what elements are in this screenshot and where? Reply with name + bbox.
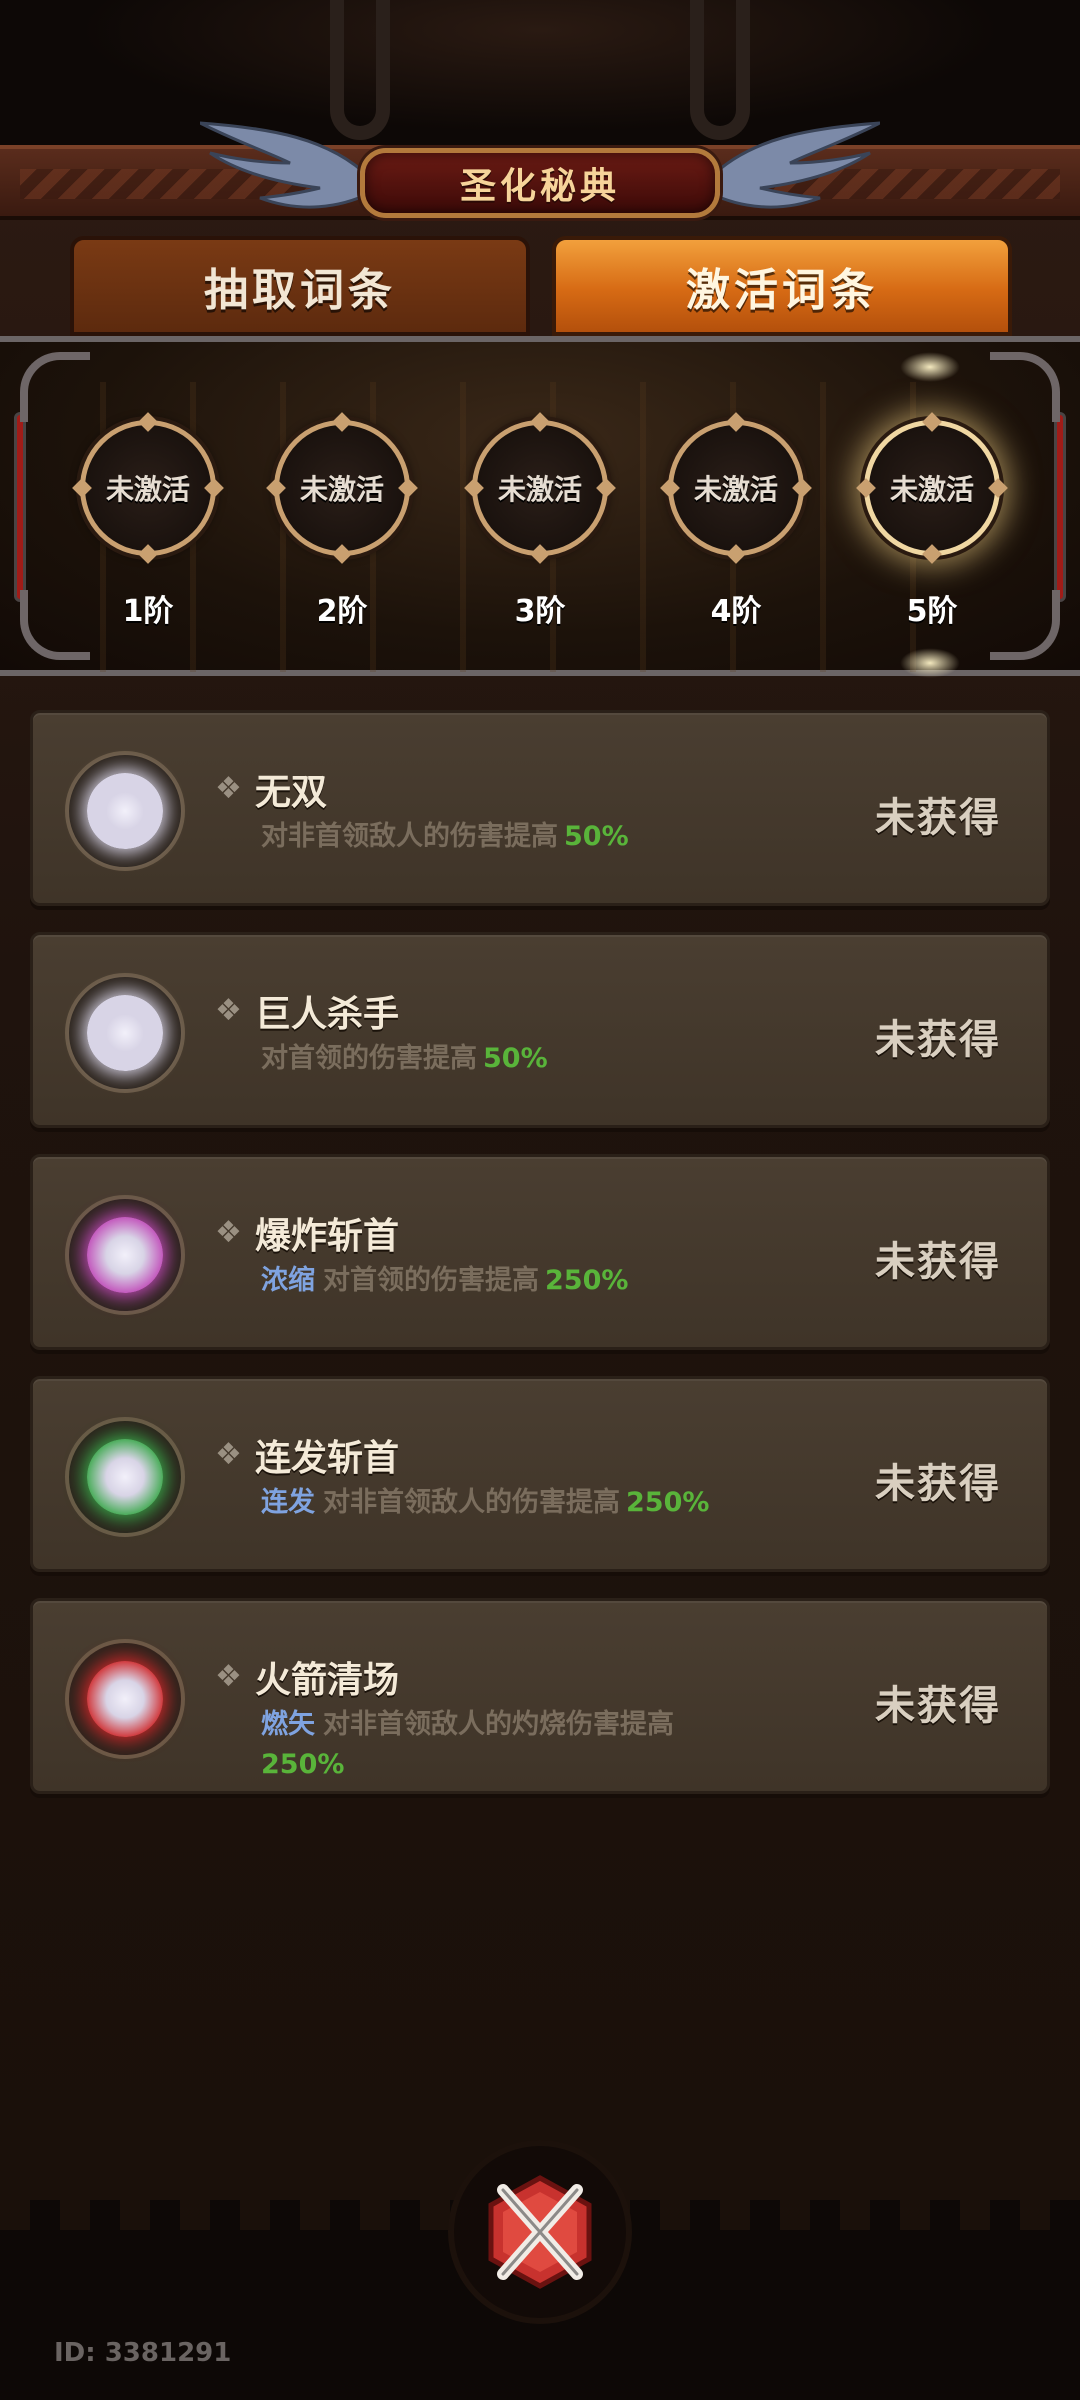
affix-card-giant-slayer[interactable]: ❖ 巨人杀手 对首领的伤害提高 50% 未获得 <box>30 932 1050 1128</box>
affix-status: 未获得 <box>875 1461 1001 1507</box>
affix-description: 燃矢 对非首领敌人的灼烧伤害提高 250% <box>261 1705 781 1785</box>
affix-desc-text: 对非首领敌人的伤害提高 <box>323 1487 620 1518</box>
top-ornament <box>0 0 1080 150</box>
affix-value: 250% <box>626 1487 710 1518</box>
affix-name: 火箭清场 <box>255 1660 400 1701</box>
tier-node-4[interactable]: 未激活 <box>660 420 812 556</box>
tier-node-1[interactable]: 未激活 <box>72 420 224 556</box>
tier-label-3: 3阶 <box>514 594 566 629</box>
affix-tag: 连发 <box>261 1487 315 1518</box>
glow-spark <box>900 648 960 678</box>
corner-ornament <box>990 590 1060 660</box>
affix-card-explosive-behead[interactable]: ❖ 爆炸斩首 浓缩 对首领的伤害提高 250% 未获得 <box>30 1154 1050 1350</box>
tier-node-5[interactable]: 未激活 <box>856 420 1008 556</box>
tab-activate-affix[interactable]: 激活词条 <box>552 236 1012 336</box>
tier-node-3[interactable]: 未激活 <box>464 420 616 556</box>
corner-ornament <box>20 352 90 422</box>
tier-label-1: 1阶 <box>122 594 174 629</box>
affix-status: 未获得 <box>875 795 1001 841</box>
affix-desc-text: 对非首领敌人的灼烧伤害提高 <box>323 1709 674 1740</box>
tier-node-status: 未激活 <box>693 473 778 506</box>
affix-description: 浓缩 对首领的伤害提高 250% <box>261 1261 821 1301</box>
affix-orb-icon <box>65 751 185 871</box>
right-side-bar <box>1054 412 1066 602</box>
tab-draw-affix[interactable]: 抽取词条 <box>70 236 530 336</box>
affix-card-burst-behead[interactable]: ❖ 连发斩首 连发 对非首领敌人的伤害提高 250% 未获得 <box>30 1376 1050 1572</box>
close-x-icon <box>488 2175 592 2289</box>
tier-node-status: 未激活 <box>497 473 582 506</box>
affix-name: 无双 <box>255 772 328 813</box>
affix-value: 50% <box>564 821 629 852</box>
tier-node-status: 未激活 <box>889 473 974 506</box>
affix-status: 未获得 <box>875 1017 1001 1063</box>
affix-name: 爆炸斩首 <box>255 1216 400 1257</box>
affix-description: 对非首领敌人的伤害提高 50% <box>261 817 821 857</box>
tier-node-status: 未激活 <box>105 473 190 506</box>
corner-ornament <box>990 352 1060 422</box>
affix-card-wushuang[interactable]: ❖ 无双 对非首领敌人的伤害提高 50% 未获得 <box>30 710 1050 906</box>
affix-name: 连发斩首 <box>255 1438 400 1479</box>
tier-label-4: 4阶 <box>710 594 762 629</box>
left-wing-icon <box>200 121 370 209</box>
tier-label-5: 5阶 <box>906 594 958 629</box>
affix-desc-text: 对首领的伤害提高 <box>261 1043 477 1074</box>
glow-spark <box>900 352 960 382</box>
affix-orb-icon <box>65 1639 185 1759</box>
affix-value: 50% <box>483 1043 548 1074</box>
affix-value: 250% <box>545 1265 629 1296</box>
affix-status: 未获得 <box>875 1683 1001 1729</box>
tab-activate-affix-label: 激活词条 <box>686 265 878 316</box>
affix-description: 对首领的伤害提高 50% <box>261 1039 821 1079</box>
diamond-bullet-icon: ❖ <box>215 1659 242 1694</box>
affix-orb-icon <box>65 1195 185 1315</box>
tier-node-2[interactable]: 未激活 <box>266 420 418 556</box>
close-button[interactable] <box>448 2140 632 2324</box>
right-wing-icon <box>710 121 880 209</box>
affix-orb-icon <box>65 973 185 1093</box>
page-title-plaque: 圣化秘典 <box>360 148 720 218</box>
affix-status: 未获得 <box>875 1239 1001 1285</box>
tab-draw-affix-label: 抽取词条 <box>204 265 396 316</box>
affix-orb-icon <box>65 1417 185 1537</box>
diamond-bullet-icon: ❖ <box>215 993 242 1028</box>
diamond-bullet-icon: ❖ <box>215 1215 242 1250</box>
page-title: 圣化秘典 <box>459 166 620 207</box>
affix-name: 巨人杀手 <box>255 994 400 1035</box>
affix-tag: 浓缩 <box>261 1265 315 1296</box>
left-side-bar <box>14 412 26 602</box>
diamond-bullet-icon: ❖ <box>215 771 242 806</box>
affix-tag: 燃矢 <box>261 1709 315 1740</box>
affix-card-rocket-clear[interactable]: ❖ 火箭清场 燃矢 对非首领敌人的灼烧伤害提高 250% 未获得 <box>30 1598 1050 1794</box>
affix-desc-text: 对非首领敌人的伤害提高 <box>261 821 558 852</box>
affix-desc-text: 对首领的伤害提高 <box>323 1265 539 1296</box>
player-id: ID: 3381291 <box>54 2338 232 2368</box>
affix-description: 连发 对非首领敌人的伤害提高 250% <box>261 1483 821 1523</box>
tier-node-status: 未激活 <box>299 473 384 506</box>
diamond-bullet-icon: ❖ <box>215 1437 242 1472</box>
affix-value: 250% <box>261 1749 345 1780</box>
tier-label-2: 2阶 <box>316 594 368 629</box>
